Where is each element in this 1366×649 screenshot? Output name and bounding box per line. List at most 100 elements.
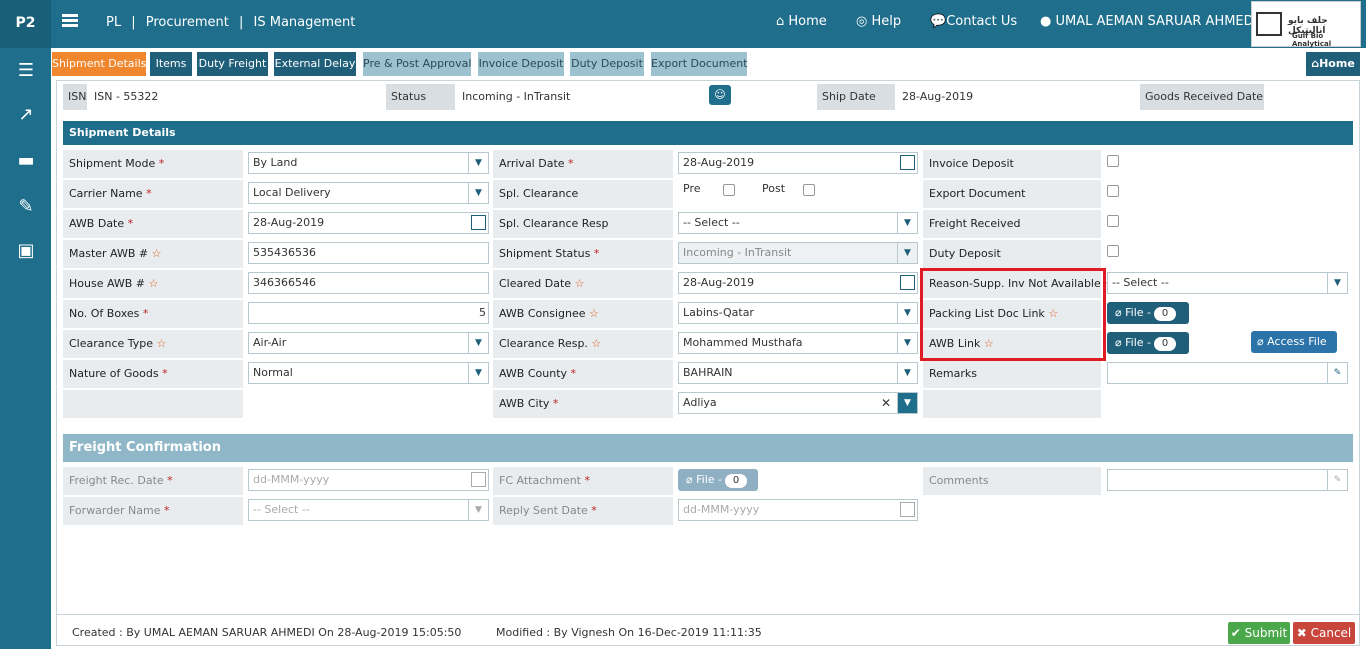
logo-mark-icon <box>1256 12 1282 36</box>
paperclip-icon: ⌀ <box>686 473 693 486</box>
file-label: File - <box>1125 336 1151 349</box>
paperclip-icon: ⌀ <box>1115 306 1122 319</box>
input-reply-sent-date[interactable]: dd-MMM-yyyy <box>678 499 918 521</box>
tab-shipment-details[interactable]: Shipment Details <box>52 52 146 76</box>
tab-export-document[interactable]: Export Document <box>651 52 748 76</box>
access-file-button[interactable]: ⌀ Access File <box>1251 331 1337 353</box>
packing-list-file-button[interactable]: ⌀ File -0 <box>1107 302 1189 324</box>
nav-home-label: Home <box>788 14 827 29</box>
select-nature-of-goods[interactable]: Normal ▼ <box>248 362 489 384</box>
truck-icon[interactable]: ▬ <box>14 150 38 171</box>
input-comments[interactable]: ✎ <box>1107 469 1348 491</box>
calendar-icon[interactable] <box>900 275 915 290</box>
paperclip-icon: ⌀ <box>1115 336 1122 349</box>
check-icon: ✔ <box>1230 626 1241 640</box>
tab-items[interactable]: Items <box>150 52 192 76</box>
status-info-icon[interactable]: ☺ <box>709 85 731 105</box>
checkbox-invoice-deposit[interactable] <box>1107 155 1119 167</box>
money-icon[interactable]: ▣ <box>14 240 38 261</box>
company-logo: جلف بايو اناليتيكل Gulf Bio Analytical <box>1251 1 1361 48</box>
select-awb-city[interactable]: Adliya ✕ ▼ <box>678 392 918 414</box>
label-forwarder-name: Forwarder Name * <box>63 497 243 525</box>
created-info: Created : By UMAL AEMAN SARUAR AHMEDI On… <box>72 626 462 639</box>
checkbox-post[interactable] <box>803 184 815 196</box>
hamburger-menu-icon[interactable] <box>62 14 78 28</box>
sidebar: ☰ ↗ ▬ ✎ ▣ <box>0 48 51 649</box>
chevron-down-icon: ▼ <box>897 243 917 263</box>
chevron-down-icon: ▼ <box>468 333 488 353</box>
awb-link-file-button[interactable]: ⌀ File -0 <box>1107 332 1189 354</box>
crumb-sep: | <box>131 15 136 30</box>
checkbox-pre[interactable] <box>723 184 735 196</box>
tab-duty-deposit[interactable]: Duty Deposit <box>570 52 644 76</box>
modified-info: Modified : By Vignesh On 16-Dec-2019 11:… <box>496 626 762 639</box>
tab-external-delay[interactable]: External Delay <box>274 52 356 76</box>
calendar-icon[interactable] <box>900 155 915 170</box>
select-carrier-name[interactable]: Local Delivery ▼ <box>248 182 489 204</box>
fc-attachment-file-button[interactable]: ⌀ File -0 <box>678 469 758 491</box>
input-arrival-date[interactable]: 28-Aug-2019 <box>678 152 918 174</box>
chart-icon[interactable]: ↗ <box>14 104 38 125</box>
pencil-icon[interactable]: ✎ <box>1327 470 1347 490</box>
file-count-badge: 0 <box>1154 307 1176 321</box>
home-button[interactable]: ⌂Home <box>1306 52 1360 76</box>
tab-invoice-deposit[interactable]: Invoice Deposit <box>478 52 564 76</box>
input-no-of-boxes[interactable]: 5 <box>248 302 489 324</box>
input-master-awb[interactable]: 535436536 <box>248 242 489 264</box>
calendar-icon[interactable] <box>471 215 486 230</box>
label-clearance-resp: Clearance Resp. ☆ <box>493 330 673 358</box>
label-fc-attachment: FC Attachment * <box>493 467 673 495</box>
cancel-button[interactable]: ✖ Cancel <box>1293 622 1355 644</box>
input-remarks[interactable]: ✎ <box>1107 362 1348 384</box>
nav-user[interactable]: ● UMAL AEMAN SARUAR AHMEDI <box>1040 14 1258 29</box>
input-freight-rec-date[interactable]: dd-MMM-yyyy <box>248 469 489 491</box>
select-shipment-mode[interactable]: By Land ▼ <box>248 152 489 174</box>
database-icon[interactable]: ☰ <box>14 60 38 81</box>
label-freight-received: Freight Received <box>923 210 1101 238</box>
nav-contact[interactable]: 💬Contact Us <box>930 14 1017 29</box>
app-brand[interactable]: P2 <box>0 0 51 48</box>
wrench-icon[interactable]: ✎ <box>14 196 38 217</box>
select-spl-clearance-resp[interactable]: -- Select -- ▼ <box>678 212 918 234</box>
label-spl-clearance: Spl. Clearance <box>493 180 673 208</box>
label-shipment-status: Shipment Status * <box>493 240 673 268</box>
tab-duty-freight[interactable]: Duty Freight <box>197 52 268 76</box>
cancel-label: Cancel <box>1310 626 1352 640</box>
select-awb-county[interactable]: BAHRAIN ▼ <box>678 362 918 384</box>
select-awb-consignee[interactable]: Labins-Qatar ▼ <box>678 302 918 324</box>
select-clearance-type[interactable]: Air-Air ▼ <box>248 332 489 354</box>
checkbox-export-document[interactable] <box>1107 185 1119 197</box>
checkbox-duty-deposit[interactable] <box>1107 245 1119 257</box>
input-house-awb[interactable]: 346366546 <box>248 272 489 294</box>
logo-english-text: Gulf Bio Analytical <box>1292 32 1332 48</box>
crumb-procurement[interactable]: Procurement <box>146 15 229 30</box>
file-label: File - <box>1125 306 1151 319</box>
nav-user-label: UMAL AEMAN SARUAR AHMEDI <box>1055 14 1258 29</box>
select-forwarder-name[interactable]: -- Select -- ▼ <box>248 499 489 521</box>
submit-button[interactable]: ✔ Submit <box>1228 622 1290 644</box>
file-count-badge: 0 <box>725 474 747 488</box>
calendar-icon[interactable] <box>900 502 915 517</box>
nav-home[interactable]: ⌂ Home <box>776 14 827 29</box>
select-shipment-status[interactable]: Incoming - InTransit ▼ <box>678 242 918 264</box>
label-invoice-deposit: Invoice Deposit <box>923 150 1101 178</box>
calendar-icon[interactable] <box>471 472 486 487</box>
tab-pre-post-approval[interactable]: Pre & Post Approval <box>363 52 471 76</box>
label-freight-rec-date: Freight Rec. Date * <box>63 467 243 495</box>
crumb-is-management[interactable]: IS Management <box>254 15 356 30</box>
label-clearance-type: Clearance Type ☆ <box>63 330 243 358</box>
chevron-down-icon: ▼ <box>1327 273 1347 293</box>
select-reason-supp-inv[interactable]: -- Select -- ▼ <box>1107 272 1348 294</box>
shipment-details-header: Shipment Details <box>63 121 1353 145</box>
pencil-icon[interactable]: ✎ <box>1327 363 1347 383</box>
input-cleared-date[interactable]: 28-Aug-2019 <box>678 272 918 294</box>
chevron-down-icon: ▼ <box>468 183 488 203</box>
label-duty-deposit: Duty Deposit <box>923 240 1101 268</box>
clear-icon[interactable]: ✕ <box>881 393 891 413</box>
input-awb-date[interactable]: 28-Aug-2019 <box>248 212 489 234</box>
nav-help[interactable]: ◎ Help <box>856 14 901 29</box>
checkbox-freight-received[interactable] <box>1107 215 1119 227</box>
status-value: Incoming - InTransit <box>462 90 571 103</box>
crumb-pl[interactable]: PL <box>106 15 121 30</box>
select-clearance-resp[interactable]: Mohammed Musthafa ▼ <box>678 332 918 354</box>
